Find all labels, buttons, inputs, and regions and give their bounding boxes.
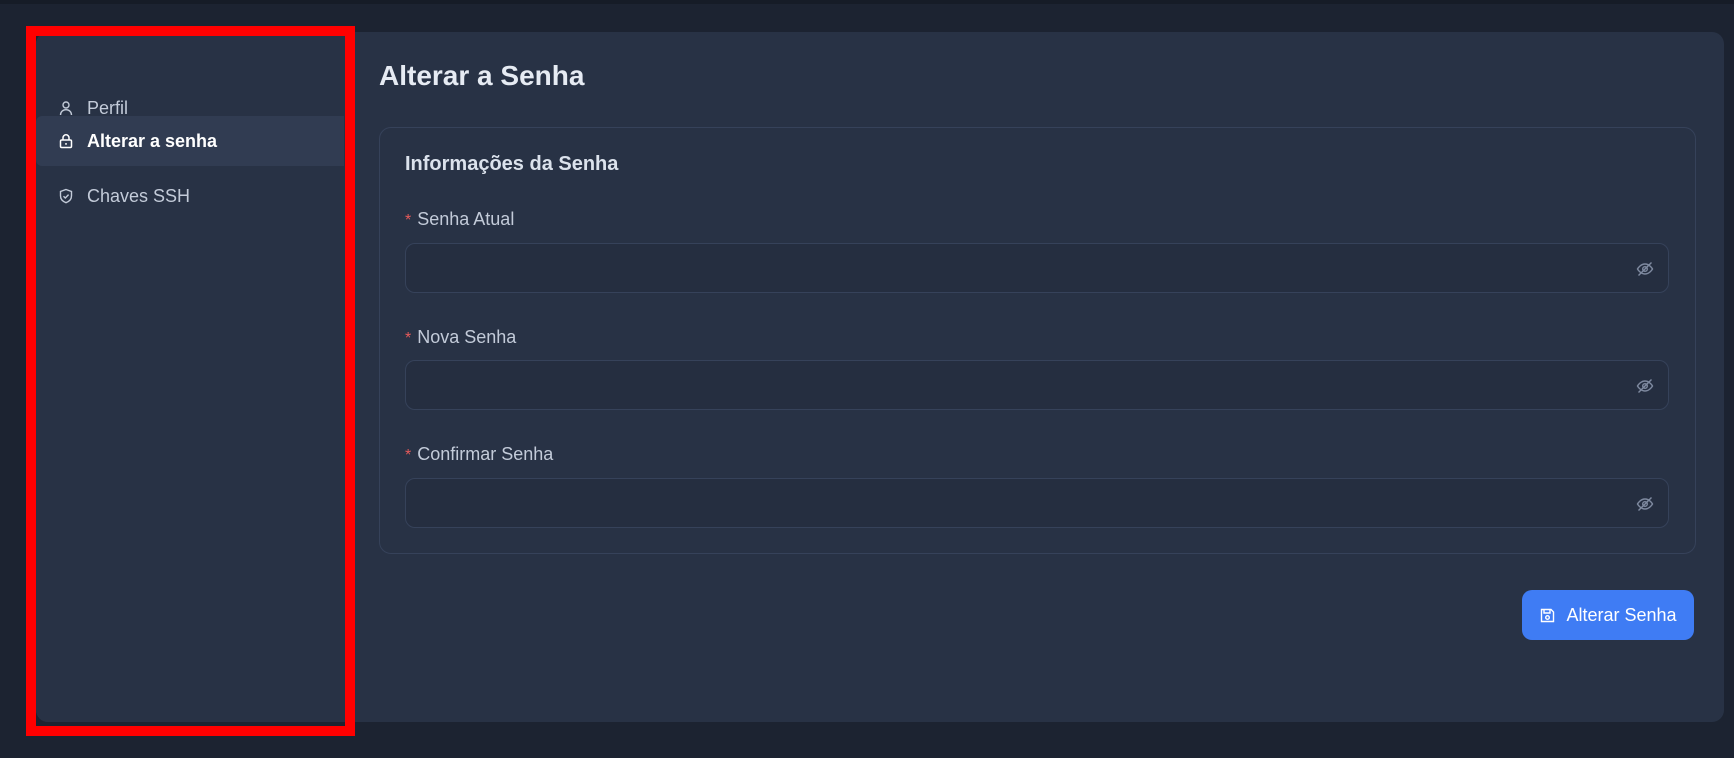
field-label-text: Confirmar Senha [417, 444, 554, 464]
confirm-password-input[interactable] [406, 479, 1668, 527]
current-password-input[interactable] [406, 244, 1668, 292]
sidebar-item-label: Chaves SSH [87, 185, 191, 206]
top-bar [0, 0, 1734, 4]
sidebar-item-chaves-ssh[interactable]: Chaves SSH [36, 171, 344, 221]
eye-off-icon[interactable] [1636, 260, 1654, 278]
required-marker: * [405, 447, 412, 464]
confirm-password-label: * Confirmar Senha [405, 444, 553, 465]
card-title: Informações da Senha [405, 153, 619, 175]
new-password-field [405, 360, 1669, 410]
save-icon [1539, 607, 1556, 624]
change-password-button[interactable]: Alterar Senha [1522, 590, 1694, 640]
user-icon [58, 100, 74, 116]
required-marker: * [405, 330, 412, 347]
shield-check-icon [58, 188, 74, 204]
current-password-field [405, 243, 1669, 293]
eye-off-icon[interactable] [1636, 495, 1654, 513]
new-password-input[interactable] [406, 361, 1668, 409]
confirm-password-field [405, 478, 1669, 528]
button-label: Alterar Senha [1566, 604, 1677, 625]
current-password-label: * Senha Atual [405, 209, 514, 230]
new-password-label: * Nova Senha [405, 327, 516, 348]
field-label-text: Nova Senha [417, 327, 517, 347]
sidebar-item-alterar-senha[interactable]: Alterar a senha [36, 116, 344, 166]
eye-off-icon[interactable] [1636, 377, 1654, 395]
field-label-text: Senha Atual [417, 209, 515, 229]
page-title: Alterar a Senha [379, 60, 585, 91]
lock-icon [58, 133, 74, 149]
required-marker: * [405, 212, 412, 229]
sidebar-item-label: Alterar a senha [87, 130, 218, 151]
